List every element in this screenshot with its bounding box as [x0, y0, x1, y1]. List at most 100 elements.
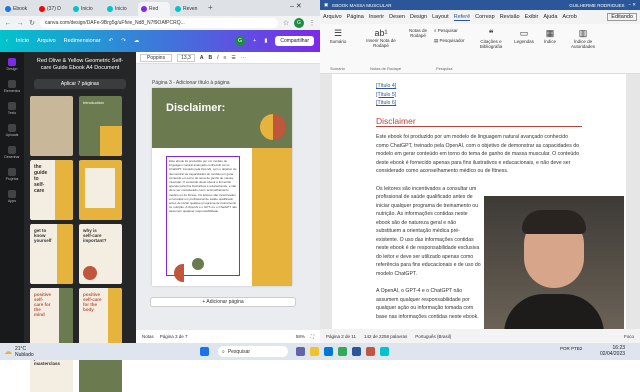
window-controls-icon[interactable]: – ✕: [290, 2, 302, 10]
taskbar-search[interactable]: ⌕ Pesquisar: [218, 346, 288, 357]
share-button[interactable]: Compartilhar: [275, 36, 314, 46]
template-thumb[interactable]: [79, 160, 122, 220]
app-icon[interactable]: [366, 347, 375, 356]
nav-resize[interactable]: Redimensionar: [64, 38, 101, 44]
menu-dots-icon[interactable]: ⋮: [308, 19, 316, 27]
rail-item-design[interactable]: Design: [7, 58, 17, 71]
menu-references[interactable]: Referê: [453, 14, 471, 21]
rail-item-uploads[interactable]: Uploads: [6, 124, 18, 137]
cloud-icon[interactable]: ☁: [134, 38, 140, 44]
analytics-icon[interactable]: ▮: [264, 38, 267, 44]
star-icon[interactable]: ☆: [282, 19, 290, 27]
weather-widget[interactable]: ☁ 21°C Nublado: [0, 346, 34, 358]
template-thumb[interactable]: positive self-care for the body: [79, 288, 122, 348]
redo-icon[interactable]: ↷: [121, 38, 126, 44]
add-collaborator-icon[interactable]: +: [253, 38, 256, 44]
italic-icon[interactable]: I: [217, 55, 218, 61]
browser-tab[interactable]: Reven: [172, 2, 204, 16]
list-icon[interactable]: ☰: [231, 55, 235, 61]
autosave-icon[interactable]: ▣: [324, 2, 328, 8]
browser-tab[interactable]: Inicio: [70, 2, 102, 16]
menu-view[interactable]: Exibir: [525, 14, 539, 20]
template-thumb[interactable]: get to know yourself: [30, 224, 73, 284]
chrome-icon[interactable]: [338, 347, 347, 356]
align-icon[interactable]: ≡: [223, 55, 226, 61]
font-select[interactable]: Poppins: [140, 53, 173, 62]
rail-item-elements[interactable]: Elementos: [4, 80, 20, 93]
word-count[interactable]: 142 de 2258 palavras: [364, 334, 407, 339]
rail-item-text[interactable]: Texto: [8, 102, 16, 115]
input-language[interactable]: POR PTB2: [560, 346, 582, 351]
menu-home[interactable]: Página: [347, 14, 364, 20]
browser-tab[interactable]: (37) D: [36, 2, 68, 16]
notes-button[interactable]: Notas: [142, 334, 154, 339]
chevron-left-icon[interactable]: ‹: [6, 38, 8, 44]
researcher-button[interactable]: ▤ Pesquisador: [434, 38, 474, 44]
search-button[interactable]: ⌕ Pesquisar: [434, 28, 470, 33]
index-button[interactable]: ▦ Índice: [540, 28, 560, 44]
browser-tab-active[interactable]: Red: [138, 2, 170, 16]
menu-insert[interactable]: Inserir: [369, 14, 384, 20]
collaborator-avatar[interactable]: G: [235, 36, 246, 46]
more-icon[interactable]: ⋯: [241, 55, 246, 61]
focus-mode[interactable]: Foco: [624, 334, 634, 339]
window-controls-icon[interactable]: – ✕: [628, 2, 636, 8]
file-explorer-icon[interactable]: [310, 347, 319, 356]
rail-item-projects[interactable]: Projetos: [6, 168, 18, 181]
browser-tab[interactable]: Inicio: [104, 2, 136, 16]
profile-avatar[interactable]: G: [294, 18, 304, 28]
clock[interactable]: 16:23 02/04/2023: [600, 345, 625, 357]
app-icon[interactable]: [380, 347, 389, 356]
menu-draw[interactable]: Desen: [389, 14, 405, 20]
toc-link[interactable]: [Título 6]: [376, 99, 582, 108]
menu-acrobat[interactable]: Acrob: [562, 14, 576, 20]
start-icon[interactable]: [200, 347, 209, 356]
menu-file[interactable]: Arquivo: [323, 14, 342, 20]
edge-icon[interactable]: [324, 347, 333, 356]
template-thumb[interactable]: the guide to self-care: [30, 160, 73, 220]
captions-button[interactable]: ▭ Legendas: [510, 28, 538, 44]
nav-home[interactable]: Início: [16, 38, 29, 44]
template-thumb[interactable]: why is self-care important?: [79, 224, 122, 284]
zoom-level[interactable]: 58%: [296, 334, 305, 339]
menu-mailings[interactable]: Corresp: [475, 14, 495, 20]
browser-tab[interactable]: Ebook: [2, 2, 34, 16]
menu-help[interactable]: Ajuda: [543, 14, 557, 20]
teams-icon[interactable]: [296, 347, 305, 356]
template-thumb[interactable]: Introduction: [79, 96, 122, 156]
rail-item-draw[interactable]: Desenhar: [4, 146, 20, 159]
add-page-button[interactable]: + Adicionar página: [150, 297, 296, 307]
bold-icon[interactable]: B: [208, 55, 212, 61]
word-user[interactable]: GUILHERME RODRIGUES: [569, 3, 624, 8]
language[interactable]: Português (Brasil): [415, 334, 451, 339]
fullscreen-icon[interactable]: ⛶: [311, 334, 314, 339]
apply-pages-button[interactable]: Aplicar 7 páginas: [34, 79, 126, 89]
nav-file[interactable]: Arquivo: [37, 38, 56, 44]
undo-icon[interactable]: ↶: [109, 38, 114, 44]
editing-mode-button[interactable]: Editando: [607, 13, 637, 21]
new-tab-icon[interactable]: +: [208, 3, 213, 12]
font-size-input[interactable]: 13,3: [177, 53, 195, 62]
toc-link[interactable]: [Título 5]: [376, 91, 582, 100]
url-input[interactable]: canva.com/design/DAFe-9Brg5g/uFfvie_Nd8_…: [40, 18, 278, 28]
page-label[interactable]: Página 3 - Adicionar título à página: [152, 80, 230, 86]
toc-button[interactable]: ☰ Sumário: [326, 28, 350, 44]
authorities-button[interactable]: ▥ Índice de Autoridades: [564, 28, 602, 49]
template-thumb[interactable]: [30, 96, 73, 156]
page-heading[interactable]: Disclaimer:: [166, 102, 225, 114]
toc-link[interactable]: [Título 4]: [376, 82, 582, 91]
menu-layout[interactable]: Layout: [432, 14, 449, 20]
menu-design[interactable]: Design: [410, 14, 427, 20]
footnotes-button[interactable]: Notas de Rodapé: [404, 28, 432, 38]
text-color-icon[interactable]: A: [200, 55, 204, 61]
back-icon[interactable]: ←: [4, 20, 12, 27]
citations-button[interactable]: ❝ Citações e Bibliografia: [474, 28, 508, 49]
page-body-text[interactable]: Este ebook foi produzido por um modelo d…: [166, 156, 240, 276]
reload-icon[interactable]: ↻: [28, 19, 36, 27]
rail-item-apps[interactable]: Apps: [8, 190, 16, 203]
word-icon[interactable]: [352, 347, 361, 356]
page-indicator[interactable]: Página 2 de 11: [326, 334, 356, 339]
design-page[interactable]: Disclaimer: Este ebook foi produzido por…: [152, 88, 292, 286]
template-thumb[interactable]: positive self-care for the mind: [30, 288, 73, 348]
insert-footnote-button[interactable]: ab¹ Inserir Nota de Rodapé: [364, 28, 398, 48]
